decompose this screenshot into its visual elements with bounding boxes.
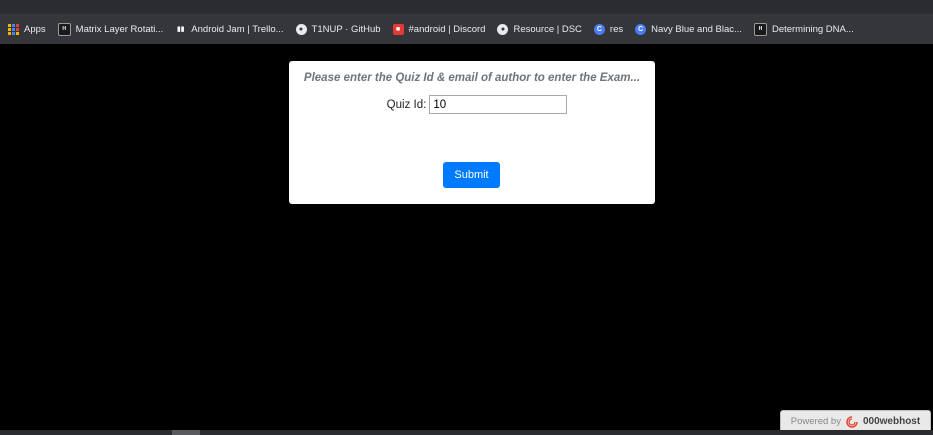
bookmark-resource-dsc[interactable]: ● Resource | DSC	[497, 23, 582, 35]
bookmark-apps[interactable]: Apps	[8, 23, 46, 35]
webhost-brand: 000webhost	[862, 416, 921, 427]
taskbar-strip	[0, 430, 933, 435]
discord-icon: ■	[392, 23, 404, 35]
hackerrank-icon: H	[57, 22, 71, 36]
bookmark-res[interactable]: C res	[593, 23, 624, 35]
bookmark-determining-dna[interactable]: H Determining DNA...	[753, 22, 854, 36]
bookmark-matrix-layer[interactable]: H Matrix Layer Rotati...	[57, 22, 164, 36]
submit-button[interactable]: Submit	[443, 162, 500, 188]
bookmark-label: #android | Discord	[408, 23, 486, 35]
quiz-id-label: Quiz Id:	[386, 98, 427, 111]
bookmark-label: res	[609, 23, 624, 35]
github-icon: ●	[295, 23, 307, 35]
bookmarks-bar: Apps H Matrix Layer Rotati... ▮▮ Android…	[0, 14, 933, 44]
bookmark-label: T1NUP · GitHub	[311, 23, 381, 35]
form-heading: Please enter the Quiz Id & email of auth…	[303, 72, 641, 84]
powered-by-badge[interactable]: Powered by 000webhost	[780, 410, 931, 432]
bookmark-label: Determining DNA...	[771, 23, 854, 35]
bookmark-android-jam[interactable]: ▮▮ Android Jam | Trello...	[175, 23, 284, 35]
quiz-id-input[interactable]	[429, 95, 568, 114]
bookmark-label: Resource | DSC	[513, 23, 582, 35]
bookmark-label: Matrix Layer Rotati...	[75, 23, 164, 35]
powered-by-text: Powered by	[790, 416, 841, 427]
hackerrank-icon: H	[753, 22, 767, 36]
bookmark-t1nup-github[interactable]: ● T1NUP · GitHub	[295, 23, 381, 35]
bookmark-label: Android Jam | Trello...	[191, 23, 284, 35]
bookmark-navy-blue[interactable]: C Navy Blue and Blac...	[635, 23, 742, 35]
taskbar-item	[172, 430, 200, 435]
bookmark-label: Navy Blue and Blac...	[651, 23, 742, 35]
page-body: Please enter the Quiz Id & email of auth…	[0, 44, 933, 435]
trello-icon: ▮▮	[176, 26, 185, 33]
github-icon: ●	[497, 23, 509, 35]
quiz-id-row: Quiz Id:	[289, 95, 655, 114]
apps-grid-icon	[8, 23, 19, 35]
bookmark-label: Apps	[24, 23, 46, 35]
c-icon: C	[635, 23, 647, 35]
c-icon: C	[593, 23, 605, 35]
browser-tab-strip	[0, 0, 933, 14]
bookmark-android-discord[interactable]: ■ #android | Discord	[392, 23, 486, 35]
webhost-logo-icon	[846, 415, 858, 428]
quiz-entry-card: Please enter the Quiz Id & email of auth…	[289, 61, 655, 204]
